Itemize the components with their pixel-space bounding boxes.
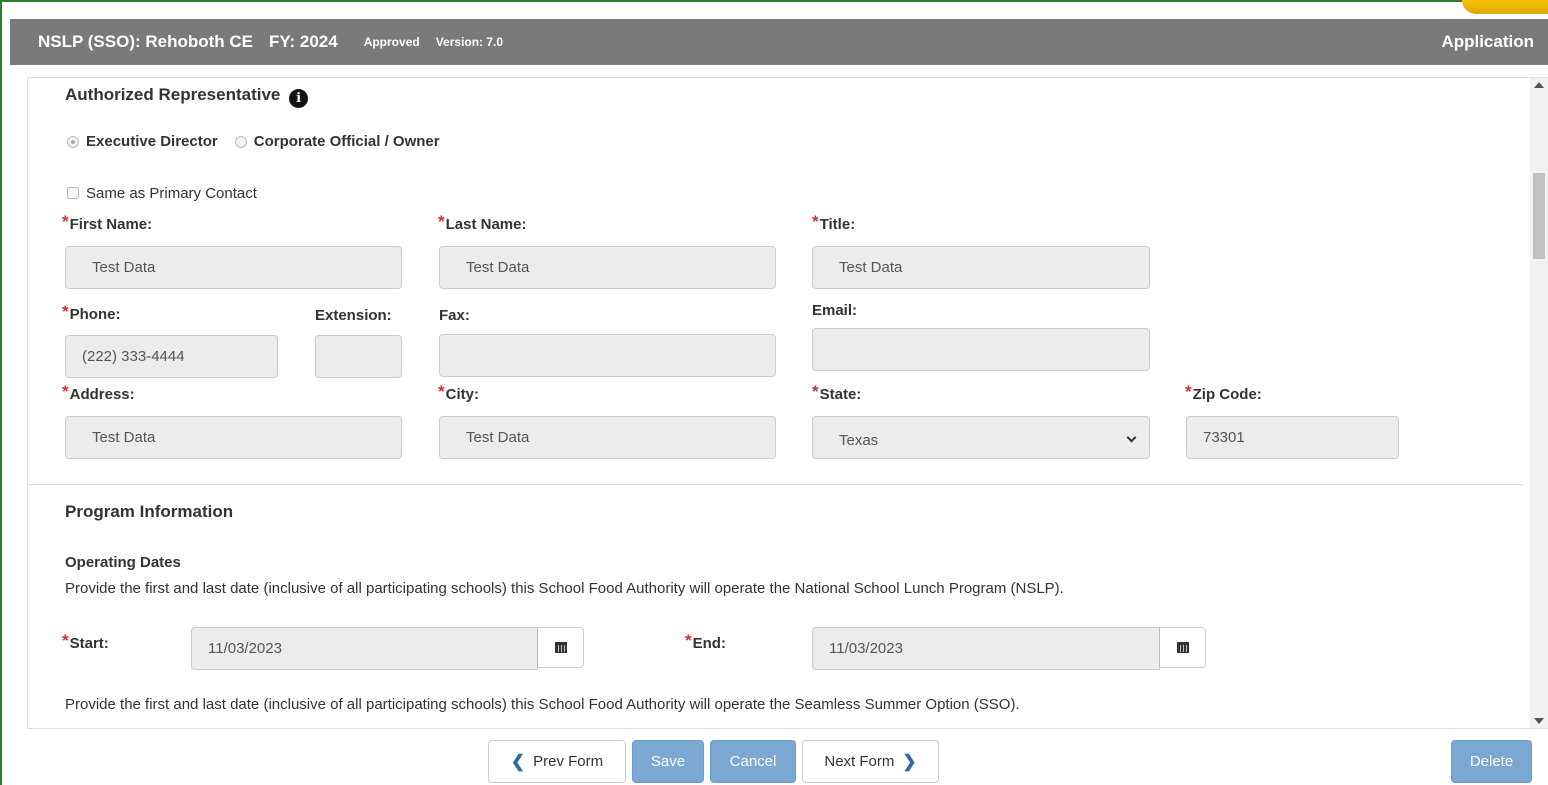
state-label: *State: (812, 382, 862, 403)
calendar-icon (554, 642, 567, 653)
cancel-button[interactable]: Cancel (710, 740, 796, 783)
authorized-rep-title: Authorized Representative (65, 85, 281, 104)
prev-form-label: Prev Form (533, 753, 604, 770)
corner-accent (1462, 0, 1548, 14)
last-name-input[interactable]: Test Data (439, 246, 776, 289)
email-input[interactable] (812, 328, 1150, 371)
city-input[interactable]: Test Data (439, 416, 776, 459)
scrollbar[interactable] (1530, 78, 1548, 728)
nslp-instructions: Provide the first and last date (inclusi… (65, 580, 1064, 597)
status-badge: Approved (363, 35, 420, 49)
end-date-input[interactable]: 11/03/2023 (812, 627, 1160, 670)
same-as-primary-checkbox[interactable] (67, 187, 79, 199)
program-name: NSLP (SSO): Rehoboth CE (38, 32, 254, 51)
start-calendar-button[interactable] (537, 627, 584, 668)
sso-instructions: Provide the first and last date (inclusi… (65, 696, 1020, 713)
radio-executive-director[interactable] (67, 135, 79, 148)
rep-type-radios: Executive Director Corporate Official / … (67, 133, 440, 150)
scroll-down-icon[interactable] (1534, 718, 1544, 724)
start-label: *Start: (62, 631, 109, 652)
same-as-primary: Same as Primary Contact (67, 185, 257, 203)
delete-label: Delete (1469, 753, 1514, 770)
start-date-input[interactable]: 11/03/2023 (191, 627, 538, 670)
fax-label: Fax: (439, 307, 470, 324)
chevron-left-icon: ❮ (510, 751, 526, 771)
title-label: *Title: (812, 212, 856, 233)
chevron-right-icon: ❯ (902, 751, 917, 771)
state-select[interactable]: Texas (812, 416, 1150, 459)
next-form-button[interactable]: Next Form ❯ (802, 740, 939, 783)
fiscal-year: FY: 2024 (269, 32, 338, 51)
calendar-icon (1176, 642, 1189, 653)
city-label: *City: (438, 382, 479, 403)
version-label: Version: 7.0 (435, 35, 504, 49)
address-input[interactable]: Test Data (65, 416, 402, 459)
info-circle-icon[interactable]: i (289, 89, 309, 108)
end-label: *End: (685, 631, 726, 652)
first-name-label: *First Name: (62, 212, 153, 233)
phone-label: *Phone: (62, 302, 121, 323)
extension-input[interactable] (315, 335, 402, 378)
address-label: *Address: (62, 382, 135, 403)
zip-input[interactable]: 73301 (1186, 416, 1399, 459)
radio-corporate-official[interactable] (234, 135, 247, 148)
program-info-title: Program Information (65, 502, 234, 521)
form-panel[interactable]: Authorized Representative i Executive Di… (27, 77, 1548, 729)
page-type: Application (1441, 32, 1534, 51)
operating-dates-title: Operating Dates (65, 554, 181, 571)
save-label: Save (650, 753, 686, 770)
phone-input[interactable]: (222) 333-4444 (65, 335, 278, 378)
last-name-label: *Last Name: (438, 212, 527, 233)
extension-label: Extension: (315, 307, 392, 324)
email-label: Email: (812, 302, 858, 319)
authorized-rep-heading: Authorized Representative i (65, 85, 309, 108)
prev-form-button[interactable]: ❮ Prev Form (488, 740, 626, 783)
fax-input[interactable] (439, 334, 776, 377)
zip-label: *Zip Code: (1185, 382, 1262, 403)
next-form-label: Next Form (824, 753, 895, 770)
form-header: NSLP (SSO): Rehoboth CE FY: 2024 Approve… (10, 19, 1548, 65)
chevron-down-icon (1126, 432, 1137, 443)
radio-label-corporate-official: Corporate Official / Owner (253, 133, 440, 150)
title-input[interactable]: Test Data (812, 246, 1150, 289)
section-divider (28, 484, 1523, 485)
radio-label-executive-director: Executive Director (86, 133, 218, 150)
save-button[interactable]: Save (632, 740, 704, 783)
scroll-thumb[interactable] (1533, 173, 1545, 259)
delete-button[interactable]: Delete (1451, 740, 1532, 783)
cancel-label: Cancel (729, 753, 777, 770)
first-name-input[interactable]: Test Data (65, 246, 402, 289)
same-as-primary-label: Same as Primary Contact (86, 185, 257, 202)
scroll-up-icon[interactable] (1534, 82, 1544, 88)
end-calendar-button[interactable] (1159, 627, 1206, 668)
